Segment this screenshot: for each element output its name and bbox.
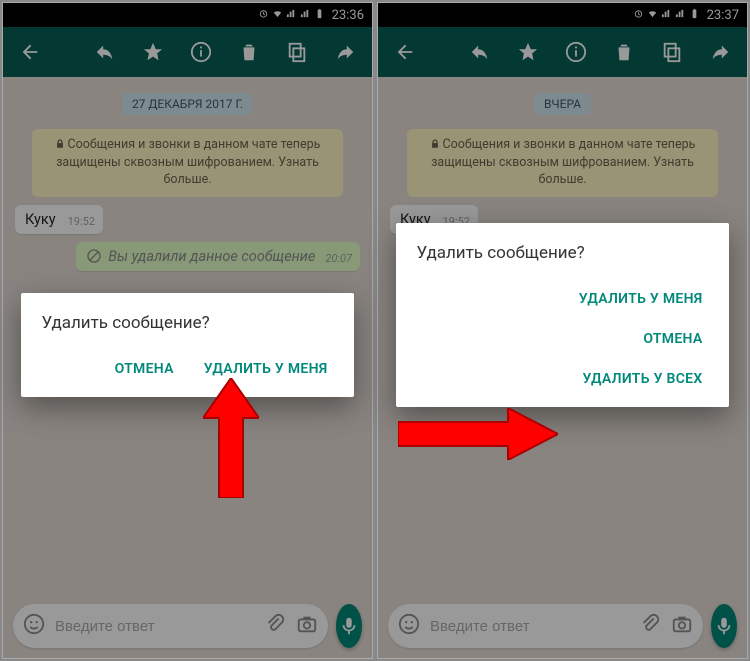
cancel-button[interactable]: ОТМЕНА <box>637 321 708 357</box>
dialog-overlay[interactable]: Удалить сообщение? ОТМЕНА УДАЛИТЬ У МЕНЯ <box>3 3 372 658</box>
delete-for-me-button[interactable]: УДАЛИТЬ У МЕНЯ <box>573 281 709 317</box>
phone-screenshot-left: 23:36 27 ДЕКАБРЯ 2017 Г. Сообщения и зво… <box>2 2 373 659</box>
dialog-title: Удалить сообщение? <box>416 243 708 263</box>
annotation-arrow-up <box>203 378 259 498</box>
phone-screenshot-right: 23:37 ВЧЕРА Сообщения и звонки в данном … <box>377 2 748 659</box>
cancel-button[interactable]: ОТМЕНА <box>109 351 180 387</box>
annotation-arrow-right <box>398 408 558 460</box>
dialog-title: Удалить сообщение? <box>41 313 333 333</box>
dialog-overlay[interactable]: Удалить сообщение? УДАЛИТЬ У МЕНЯ ОТМЕНА… <box>378 3 747 658</box>
delete-dialog: Удалить сообщение? УДАЛИТЬ У МЕНЯ ОТМЕНА… <box>396 223 728 407</box>
delete-for-all-button[interactable]: УДАЛИТЬ У ВСЕХ <box>576 361 708 397</box>
delete-dialog: Удалить сообщение? ОТМЕНА УДАЛИТЬ У МЕНЯ <box>21 293 353 397</box>
